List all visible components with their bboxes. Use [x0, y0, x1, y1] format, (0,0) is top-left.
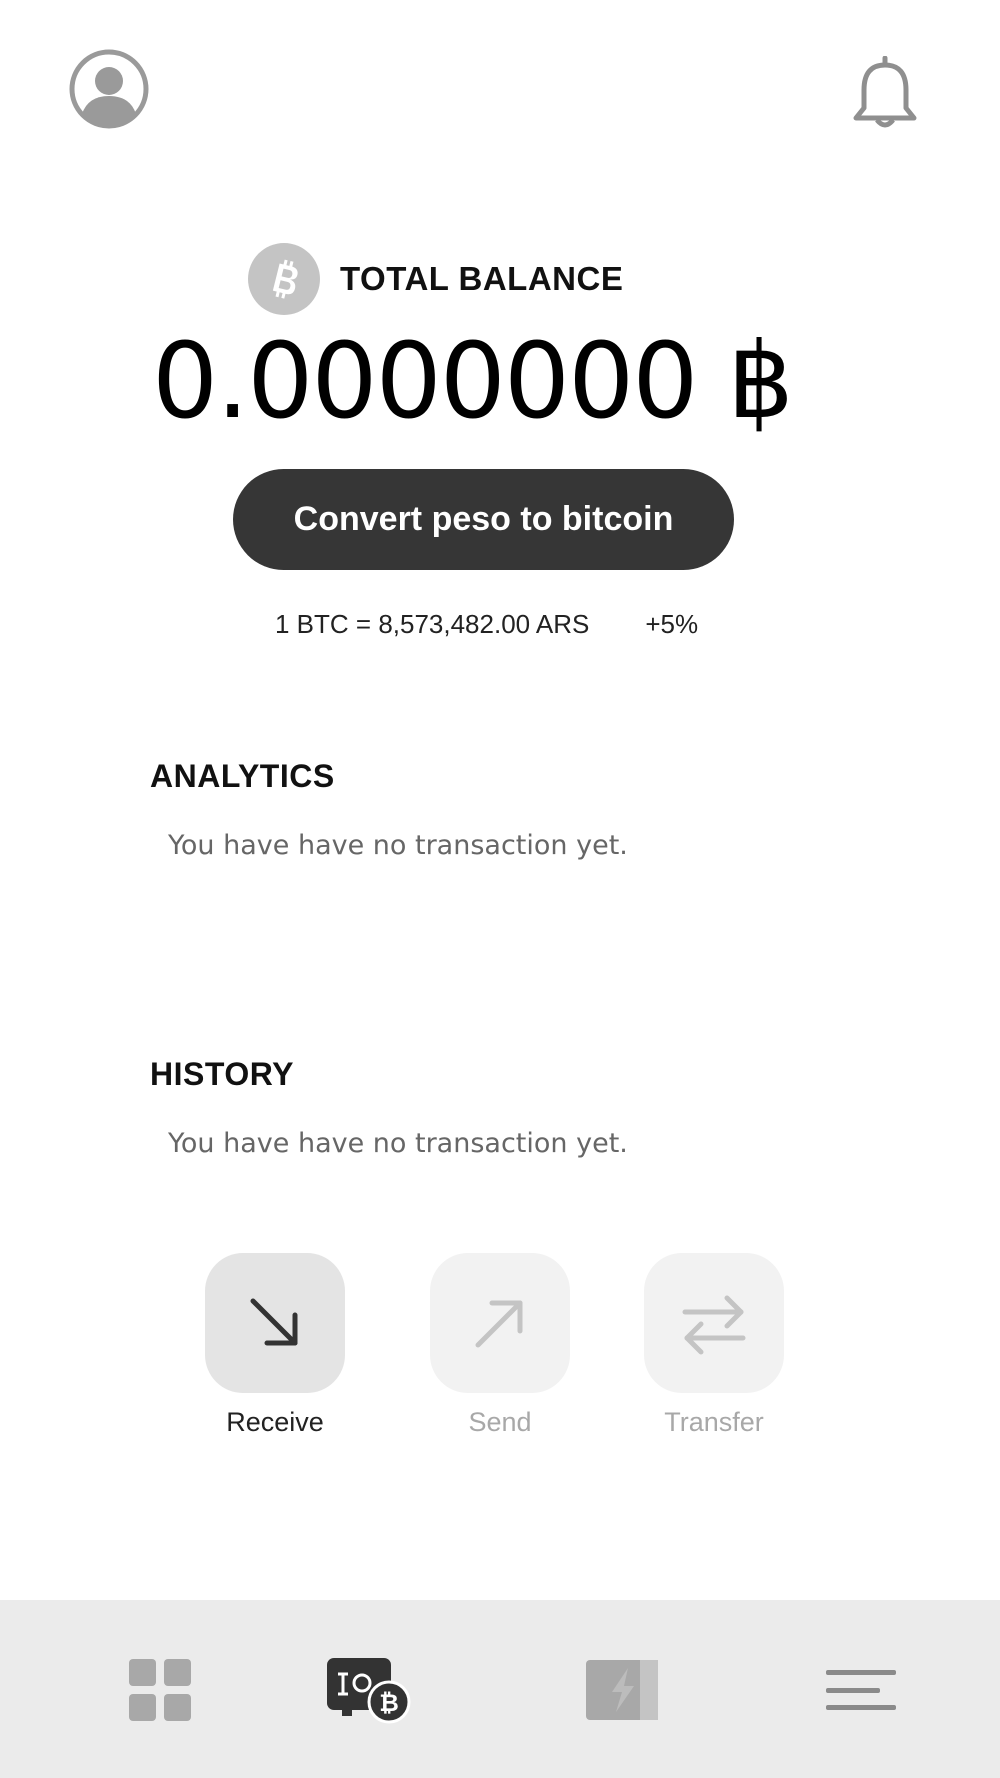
- nav-dashboard[interactable]: [120, 1645, 200, 1735]
- receive-button[interactable]: [205, 1253, 345, 1393]
- analytics-empty-message: You have have no transaction yet.: [168, 830, 628, 861]
- balance-amount: 0.0000000 ฿: [152, 320, 794, 442]
- wallet-screen: TOTAL BALANCE 0.0000000 ฿ Convert peso t…: [0, 0, 1000, 1778]
- receive-action[interactable]: Receive: [205, 1253, 345, 1438]
- exchange-rate-row: 1 BTC = 8,573,482.00 ARS +5%: [275, 606, 698, 642]
- exchange-rate: 1 BTC = 8,573,482.00 ARS: [275, 608, 590, 639]
- history-title: HISTORY: [150, 1056, 294, 1092]
- balance-header: TOTAL BALANCE: [248, 243, 623, 315]
- nav-wallet[interactable]: ₿: [322, 1645, 412, 1735]
- bottom-nav: ₿: [0, 1600, 1000, 1778]
- profile-button[interactable]: [68, 48, 150, 130]
- wallet-bitcoin-icon: ₿: [327, 1658, 411, 1724]
- convert-button[interactable]: Convert peso to bitcoin: [233, 469, 734, 570]
- analytics-title: ANALYTICS: [150, 758, 335, 794]
- send-label: Send: [468, 1407, 532, 1437]
- receive-label: Receive: [226, 1407, 324, 1437]
- transfer-label: Transfer: [664, 1407, 764, 1437]
- balance-title: TOTAL BALANCE: [340, 260, 624, 297]
- transfer-action[interactable]: Transfer: [644, 1253, 784, 1438]
- transfer-button[interactable]: [644, 1253, 784, 1393]
- svg-text:₿: ₿: [379, 1689, 399, 1717]
- nav-menu[interactable]: [826, 1645, 896, 1735]
- bell-icon: [853, 55, 917, 128]
- dashboard-grid-icon: [129, 1659, 191, 1721]
- menu-icon: [826, 1670, 896, 1710]
- bitcoin-icon: [248, 243, 320, 315]
- user-circle-icon: [69, 49, 149, 129]
- arrow-up-right-icon: [475, 1300, 523, 1348]
- swap-arrows-icon: [682, 1295, 746, 1355]
- nav-lightning[interactable]: [584, 1645, 660, 1735]
- history-empty-message: You have have no transaction yet.: [168, 1128, 628, 1159]
- notifications-button[interactable]: [850, 55, 920, 130]
- arrow-down-right-icon: [250, 1298, 298, 1346]
- rate-change: +5%: [645, 608, 699, 639]
- send-action[interactable]: Send: [430, 1253, 570, 1438]
- lightning-icon: [586, 1660, 658, 1720]
- send-button[interactable]: [430, 1253, 570, 1393]
